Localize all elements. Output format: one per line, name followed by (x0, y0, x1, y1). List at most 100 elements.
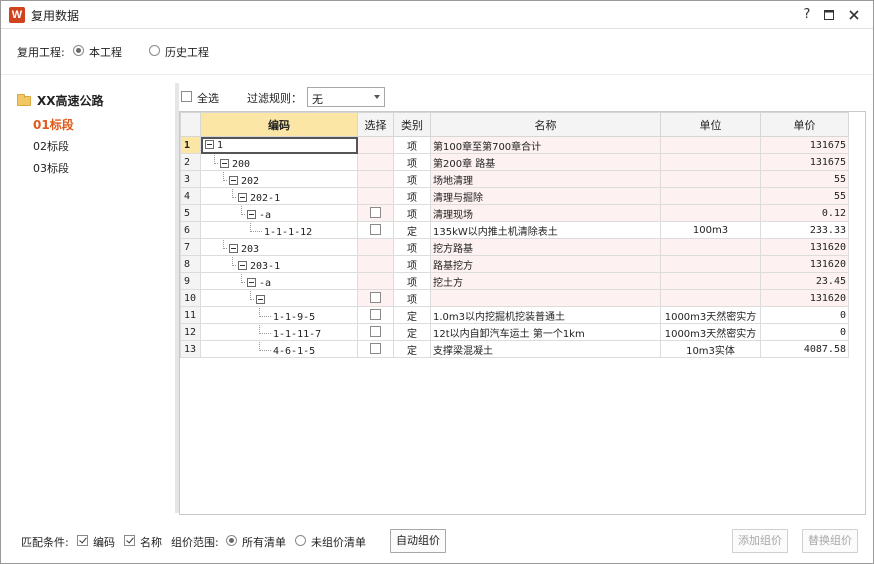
select-cell[interactable] (357, 255, 394, 273)
table-row[interactable]: 6 1-1-1-12 定 135kW以内推土机清除表土 100m3 233.33 (180, 221, 849, 239)
header-unit[interactable]: 单位 (660, 112, 761, 137)
row-select-checkbox[interactable] (370, 292, 381, 303)
collapse-icon[interactable] (205, 139, 214, 149)
chevron-down-icon (374, 95, 380, 99)
table-row[interactable]: 3 202 项场地清理 55 (180, 170, 849, 188)
table-row[interactable]: 5 -a 项清理现场 0.12 (180, 204, 849, 222)
code-cell[interactable]: 1 (200, 136, 358, 154)
select-cell[interactable] (357, 272, 394, 290)
radio-history-project[interactable] (149, 45, 160, 56)
price-cell: 131620 (760, 255, 849, 273)
auto-pricing-button[interactable]: 自动组价 (390, 529, 446, 553)
tree-line (259, 341, 271, 351)
select-cell[interactable] (357, 306, 394, 324)
code-cell[interactable]: 202 (200, 170, 358, 188)
radio-all-items-label[interactable]: 所有清单 (242, 534, 286, 550)
collapse-icon[interactable] (229, 243, 238, 253)
unit-cell (660, 136, 761, 154)
header-type[interactable]: 类别 (393, 112, 431, 137)
table-row[interactable]: 1 1 项第100章至第700章合计 131675 (180, 136, 849, 154)
row-select-checkbox[interactable] (370, 224, 381, 235)
row-select-checkbox[interactable] (370, 326, 381, 337)
collapse-icon[interactable] (229, 175, 238, 185)
table-row[interactable]: 12 1-1-11-7 定 12t以内自卸汽车运土 第一个1km 1000m3天然密实方… (180, 323, 849, 341)
price-cell: 131620 (760, 238, 849, 256)
table-row[interactable]: 13 4-6-1-5 定支撑梁混凝土 10m3实体 4087.58 (180, 340, 849, 358)
header-select[interactable]: 选择 (357, 112, 394, 137)
code-cell[interactable]: 4-6-1-5 (200, 340, 358, 358)
maximize-button[interactable] (819, 5, 839, 25)
table-row[interactable]: 2 200 项第200章 路基 131675 (180, 153, 849, 171)
select-cell[interactable] (357, 136, 394, 154)
name-cell: 路基挖方 (430, 255, 661, 273)
select-cell[interactable] (357, 187, 394, 205)
table-row[interactable]: 8 203-1 项路基挖方 131620 (180, 255, 849, 273)
type-cell: 定 (393, 221, 431, 239)
table-row[interactable]: 4 202-1 项清理与掘除 55 (180, 187, 849, 205)
code-text: 202 (241, 175, 260, 187)
match-code-checkbox[interactable] (77, 535, 88, 546)
table-row[interactable]: 7 203 项挖方路基 131620 (180, 238, 849, 256)
unit-cell (660, 204, 761, 222)
close-button[interactable] (844, 5, 864, 25)
code-cell[interactable]: 200 (200, 153, 358, 171)
tree-root-project[interactable]: XX高速公路 (37, 92, 104, 109)
code-cell[interactable]: 1-1-11-7 (200, 323, 358, 341)
select-cell[interactable] (357, 170, 394, 188)
match-name-checkbox[interactable] (124, 535, 135, 546)
radio-all-items[interactable] (226, 535, 237, 546)
code-text: 1-1-11-7 (273, 328, 322, 340)
table-row[interactable]: 10 项 131620 (180, 289, 849, 307)
row-select-checkbox[interactable] (370, 343, 381, 354)
select-cell[interactable] (357, 340, 394, 358)
tree-line (259, 324, 271, 334)
row-select-checkbox[interactable] (370, 207, 381, 218)
collapse-icon[interactable] (238, 260, 247, 270)
code-cell[interactable] (200, 289, 358, 307)
match-code-label[interactable]: 编码 (93, 534, 115, 550)
collapse-icon[interactable] (238, 192, 247, 202)
collapse-icon[interactable] (247, 277, 256, 287)
select-cell[interactable] (357, 221, 394, 239)
collapse-icon[interactable] (247, 209, 256, 219)
radio-unpriced-items-label[interactable]: 未组价清单 (311, 534, 366, 550)
select-cell[interactable] (357, 238, 394, 256)
select-all-label[interactable]: 全选 (197, 90, 219, 106)
code-cell[interactable]: 1-1-9-5 (200, 306, 358, 324)
replace-pricing-button[interactable]: 替换组价 (802, 529, 858, 553)
help-button[interactable]: ? (797, 5, 817, 25)
collapse-icon[interactable] (256, 294, 265, 304)
table-row[interactable]: 11 1-1-9-5 定 1.0m3以内挖掘机挖装普通土 1000m3天然密实方 0 (180, 306, 849, 324)
code-cell[interactable]: 202-1 (200, 187, 358, 205)
select-cell[interactable] (357, 204, 394, 222)
select-all-checkbox[interactable] (181, 91, 192, 102)
header-price[interactable]: 单价 (760, 112, 849, 137)
filter-rule-select[interactable]: 无 (307, 87, 385, 107)
add-pricing-button[interactable]: 添加组价 (732, 529, 788, 553)
code-cell[interactable]: 203-1 (200, 255, 358, 273)
code-cell[interactable]: -a (200, 272, 358, 290)
header-name[interactable]: 名称 (430, 112, 661, 137)
table-row[interactable]: 9 -a 项挖土方 23.45 (180, 272, 849, 290)
radio-history-project-label[interactable]: 历史工程 (165, 44, 209, 60)
tree-item-section-02[interactable]: 02标段 (33, 138, 69, 154)
radio-unpriced-items[interactable] (295, 535, 306, 546)
row-select-checkbox[interactable] (370, 309, 381, 320)
radio-this-project[interactable] (73, 45, 84, 56)
select-cell[interactable] (357, 289, 394, 307)
price-cell: 55 (760, 170, 849, 188)
unit-cell: 1000m3天然密实方 (660, 323, 761, 341)
radio-this-project-label[interactable]: 本工程 (89, 44, 122, 60)
select-cell[interactable] (357, 323, 394, 341)
match-name-label[interactable]: 名称 (140, 534, 162, 550)
tree-item-section-01[interactable]: 01标段 (33, 116, 74, 133)
tree-item-section-03[interactable]: 03标段 (33, 160, 69, 176)
unit-cell (660, 170, 761, 188)
code-cell[interactable]: 203 (200, 238, 358, 256)
collapse-icon[interactable] (220, 158, 229, 168)
code-cell[interactable]: -a (200, 204, 358, 222)
header-code[interactable]: 编码 (200, 112, 358, 137)
row-number: 11 (180, 306, 201, 324)
select-cell[interactable] (357, 153, 394, 171)
code-cell[interactable]: 1-1-1-12 (200, 221, 358, 239)
